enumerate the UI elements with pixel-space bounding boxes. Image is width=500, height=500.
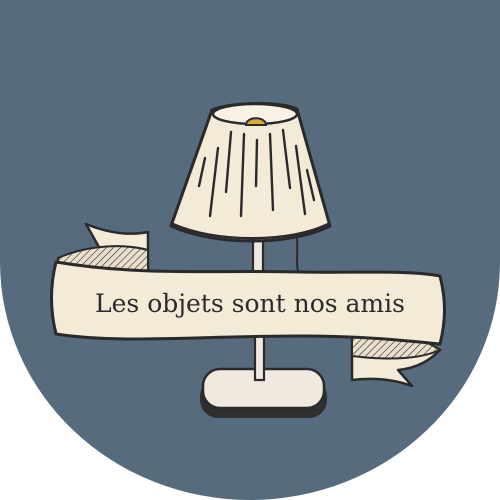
lamp-cord [296, 237, 299, 273]
lamp-bulb [244, 117, 268, 126]
logo-badge: Les objets sont nos amis [0, 0, 500, 500]
tagline-text: Les objets sont nos amis [95, 289, 405, 318]
logo-canvas: Les objets sont nos amis [0, 0, 500, 500]
badge-shape [0, 0, 500, 500]
